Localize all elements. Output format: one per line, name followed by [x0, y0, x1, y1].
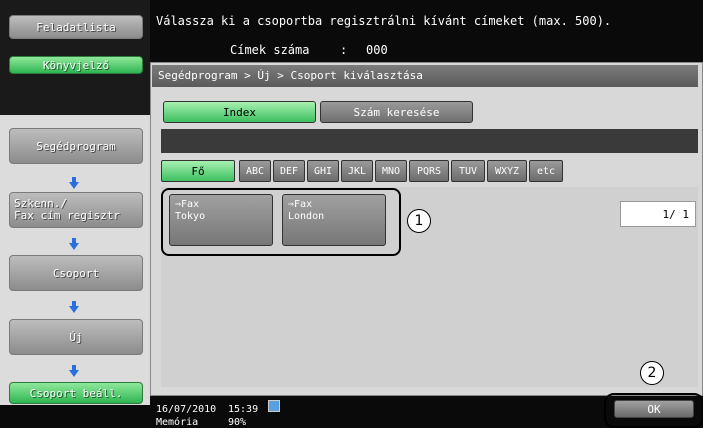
index-key-abc[interactable]: ABC: [239, 160, 271, 182]
index-key-label: etc: [536, 165, 556, 177]
breadcrumb: Segédprogram > Új > Csoport kiválasztása: [152, 65, 698, 87]
index-key-label: WXYZ: [494, 165, 520, 177]
ok-button[interactable]: OK: [614, 400, 694, 418]
index-key-pqrs[interactable]: PQRS: [409, 160, 449, 182]
step-new[interactable]: Új: [9, 319, 143, 355]
index-key-etc[interactable]: etc: [529, 160, 563, 182]
instruction-text: Válassza ki a csoportba regisztrálni kív…: [156, 14, 612, 28]
callout-frame-destinations: [161, 188, 401, 256]
index-key-tuv[interactable]: TUV: [451, 160, 485, 182]
index-key-label: PQRS: [416, 165, 442, 177]
memory-value: 90%: [228, 417, 247, 428]
tab-index[interactable]: Index: [163, 101, 316, 123]
tab-number-search-label: Szám keresése: [353, 105, 440, 119]
step-scan-fax-register[interactable]: Szkenn./ Fax cím regisztr: [9, 192, 143, 228]
callout-number-1: 1: [407, 209, 431, 233]
index-key-jkl[interactable]: JKL: [341, 160, 373, 182]
address-count-label: Címek száma: [230, 43, 310, 57]
status-time: 15:39: [228, 404, 259, 415]
index-key-label: MNO: [381, 165, 401, 177]
callout-number-2: 2: [640, 361, 664, 385]
device-screen: Feladatlista Könyvjelző Segédprogram Szk…: [0, 0, 703, 428]
index-key-label: ABC: [245, 165, 265, 177]
index-key-label: TUV: [458, 165, 478, 177]
instruction-area: Válassza ki a csoportba regisztrálni kív…: [150, 0, 703, 62]
step-scan-fax-label: Szkenn./ Fax cím regisztr: [14, 197, 120, 222]
arrow-down-icon: [69, 238, 79, 250]
index-key-label: GHI: [313, 165, 333, 177]
arrow-down-icon: [69, 177, 79, 189]
job-list-button[interactable]: Feladatlista: [9, 15, 143, 39]
address-count-separator: :: [340, 43, 348, 57]
step-group-settings-label: Csoport beáll.: [29, 386, 123, 400]
job-list-label: Feladatlista: [36, 20, 116, 34]
bookmark-label: Könyvjelző: [42, 58, 110, 72]
arrow-down-icon: [69, 301, 79, 313]
step-utility[interactable]: Segédprogram: [9, 128, 143, 164]
status-date: 16/07/2010: [156, 404, 217, 415]
tab-number-search[interactable]: Szám keresése: [320, 101, 473, 123]
page-indicator: 1/ 1: [620, 201, 696, 227]
network-status-icon: [268, 400, 280, 412]
step-group[interactable]: Csoport: [9, 255, 143, 291]
index-key-wxyz[interactable]: WXYZ: [487, 160, 527, 182]
index-key-def[interactable]: DEF: [273, 160, 305, 182]
step-new-label: Új: [69, 330, 83, 344]
bookmark-button[interactable]: Könyvjelző: [9, 56, 143, 74]
index-key-ghi[interactable]: GHI: [307, 160, 339, 182]
index-key-mno[interactable]: MNO: [375, 160, 407, 182]
memory-label: Memória: [156, 417, 199, 428]
ok-button-label: OK: [647, 402, 661, 416]
index-key-label: JKL: [347, 165, 367, 177]
step-group-label: Csoport: [52, 266, 100, 280]
arrow-down-icon: [69, 365, 79, 377]
address-count-value: 000: [366, 43, 388, 57]
search-result-bar: [161, 129, 698, 153]
index-key-main[interactable]: Fő: [161, 160, 235, 182]
step-group-settings[interactable]: Csoport beáll.: [9, 382, 143, 404]
index-key-label: DEF: [279, 165, 299, 177]
step-utility-label: Segédprogram: [36, 139, 116, 153]
index-key-label: Fő: [191, 164, 205, 178]
tab-index-label: Index: [222, 105, 257, 119]
